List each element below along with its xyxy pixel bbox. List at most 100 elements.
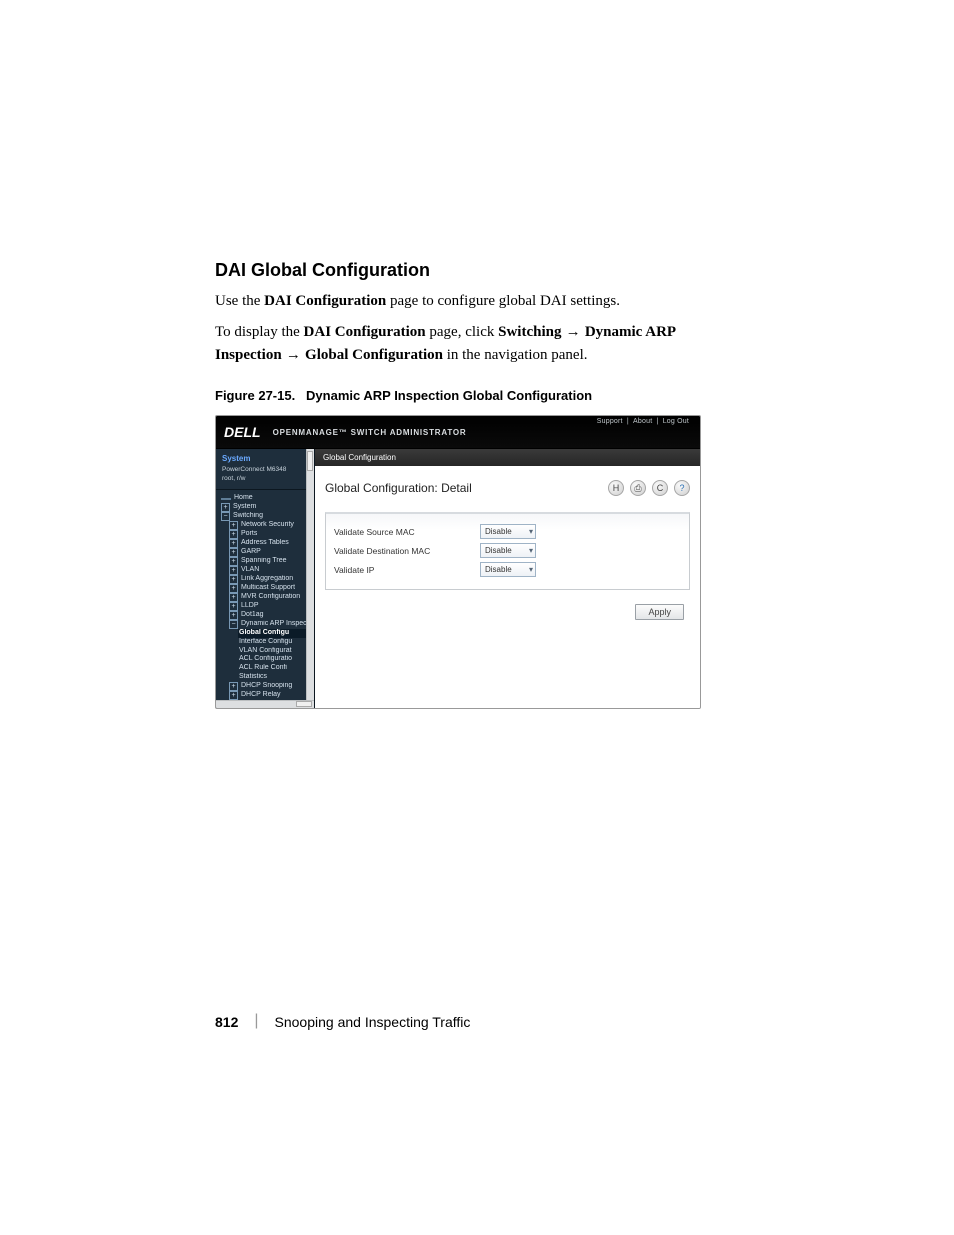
figure-caption: Figure 27-15. Dynamic ARP Inspection Glo… (215, 388, 739, 403)
nav-label: LLDP (241, 602, 259, 611)
nav-label: Home (234, 494, 253, 503)
vertical-scrollbar[interactable] (306, 449, 314, 708)
validate-source-mac-select[interactable]: Disable (480, 524, 536, 539)
nav-system[interactable]: +System (220, 503, 312, 512)
text: page to configure global DAI settings. (386, 293, 620, 309)
text: To display the (215, 324, 304, 340)
figure-number: Figure 27-15. (215, 388, 295, 403)
nav-label: VLAN Configurat (239, 647, 292, 656)
field-label: Validate Destination MAC (334, 546, 480, 556)
sidebar-user: root, r/w (222, 475, 308, 483)
nav-dhcp-snooping[interactable]: +DHCP Snooping (228, 682, 312, 691)
nav-label: VLAN (241, 566, 259, 575)
minus-icon: − (221, 512, 230, 521)
plus-icon: + (229, 682, 238, 691)
plus-icon: + (229, 602, 238, 611)
nav-dhcp-relay[interactable]: +DHCP Relay (228, 691, 312, 700)
plus-icon: + (229, 691, 238, 700)
form-row-validate-dest-mac: Validate Destination MAC Disable (334, 541, 681, 560)
chapter-title: Snooping and Inspecting Traffic (275, 1014, 471, 1030)
nav-label: Ports (241, 530, 257, 539)
product-name: OPENMANAGE™ SWITCH ADMINISTRATOR (273, 428, 467, 437)
sidebar-header: System PowerConnect M6348 root, r/w (216, 449, 314, 490)
page-footer: 812 | Snooping and Inspecting Traffic (215, 1014, 470, 1030)
logout-link[interactable]: Log Out (662, 418, 690, 425)
nav-address-tables[interactable]: +Address Tables (228, 539, 312, 548)
form-row-validate-ip: Validate IP Disable (334, 560, 681, 579)
sidebar-device: PowerConnect M6348 (222, 466, 308, 474)
scroll-thumb[interactable] (296, 701, 312, 707)
nav-interface-configuration[interactable]: Interface Configu (238, 638, 312, 647)
nav-label: DHCP Relay (241, 691, 281, 700)
print-icon[interactable]: ⎙ (630, 480, 646, 496)
support-link[interactable]: Support (596, 418, 624, 425)
nav-multicast[interactable]: +Multicast Support (228, 584, 312, 593)
footer-divider: | (254, 1013, 258, 1029)
toolbar-icons: H ⎙ C ? (608, 480, 690, 496)
plus-icon: + (229, 584, 238, 593)
save-icon[interactable]: H (608, 480, 624, 496)
text: page, click (426, 324, 498, 340)
nav-ports[interactable]: +Ports (228, 530, 312, 539)
main-panel: Global Configuration Global Configuratio… (315, 449, 700, 708)
nav-mvr[interactable]: +MVR Configuration (228, 593, 312, 602)
nav-statistics[interactable]: Statistics (238, 673, 312, 682)
nav-link-aggregation[interactable]: +Link Aggregation (228, 575, 312, 584)
text: Use the (215, 293, 264, 309)
horizontal-scrollbar[interactable] (216, 700, 314, 708)
nav-switching[interactable]: −Switching (220, 512, 312, 521)
sidebar-title: System (222, 454, 250, 463)
nav-label: GARP (241, 548, 261, 557)
breadcrumb: Global Configuration (315, 449, 700, 466)
dash-icon (221, 498, 231, 500)
plus-icon: + (229, 539, 238, 548)
plus-icon: + (221, 503, 230, 512)
nav-label: DHCP Snooping (241, 682, 292, 691)
nav-tree: Home +System −Switching +Network Securit… (216, 490, 314, 699)
plus-icon: + (229, 521, 238, 530)
nav-label: Dynamic ARP Inspec (241, 620, 307, 629)
nav-spanning-tree[interactable]: +Spanning Tree (228, 557, 312, 566)
nav-acl-configuration[interactable]: ACL Configuratio (238, 655, 312, 664)
nav-label: Link Aggregation (241, 575, 293, 584)
nav-label: ACL Configuratio (239, 655, 292, 664)
nav-home[interactable]: Home (220, 494, 312, 503)
apply-button[interactable]: Apply (635, 604, 684, 620)
about-link[interactable]: About (632, 418, 653, 425)
scroll-thumb[interactable] (307, 451, 313, 471)
document-page: DAI Global Configuration Use the DAI Con… (0, 0, 954, 1235)
body-paragraph-1: Use the DAI Configuration page to config… (215, 291, 739, 313)
help-icon[interactable]: ? (674, 480, 690, 496)
nav-acl-rule-config[interactable]: ACL Rule Confi (238, 664, 312, 673)
nav-vlan-configuration[interactable]: VLAN Configurat (238, 647, 312, 656)
nav-dynamic-arp-inspection[interactable]: −Dynamic ARP Inspec (228, 620, 312, 629)
nav-label: Spanning Tree (241, 557, 287, 566)
nav-dot1ag[interactable]: +Dot1ag (228, 611, 312, 620)
dell-logo: DELL (224, 424, 261, 440)
nav-lldp[interactable]: +LLDP (228, 602, 312, 611)
nav-label: Network Security (241, 521, 294, 530)
nav-label: Multicast Support (241, 584, 295, 593)
plus-icon: + (229, 557, 238, 566)
sidebar: System PowerConnect M6348 root, r/w Home… (216, 449, 315, 708)
nav-label: Global Configu (239, 629, 289, 638)
validate-dest-mac-select[interactable]: Disable (480, 543, 536, 558)
panel-header: Global Configuration: Detail H ⎙ C ? (325, 480, 690, 496)
validate-ip-select[interactable]: Disable (480, 562, 536, 577)
main-split: System PowerConnect M6348 root, r/w Home… (216, 449, 700, 708)
refresh-icon[interactable]: C (652, 480, 668, 496)
nav-label: ACL Rule Confi (239, 664, 287, 673)
nav-label: MVR Configuration (241, 593, 300, 602)
nav-path-global: Global Configuration (305, 347, 443, 363)
body-paragraph-2: To display the DAI Configuration page, c… (215, 321, 739, 367)
app-screenshot: DELL OPENMANAGE™ SWITCH ADMINISTRATOR Su… (215, 415, 701, 709)
nav-label: Interface Configu (239, 638, 292, 647)
nav-garp[interactable]: +GARP (228, 548, 312, 557)
section-heading: DAI Global Configuration (215, 260, 739, 281)
arrow-icon: → (561, 323, 584, 340)
minus-icon: − (229, 620, 238, 629)
nav-label: Switching (233, 512, 263, 521)
nav-vlan[interactable]: +VLAN (228, 566, 312, 575)
nav-network-security[interactable]: +Network Security (228, 521, 312, 530)
nav-global-configuration[interactable]: Global Configu (238, 629, 312, 638)
